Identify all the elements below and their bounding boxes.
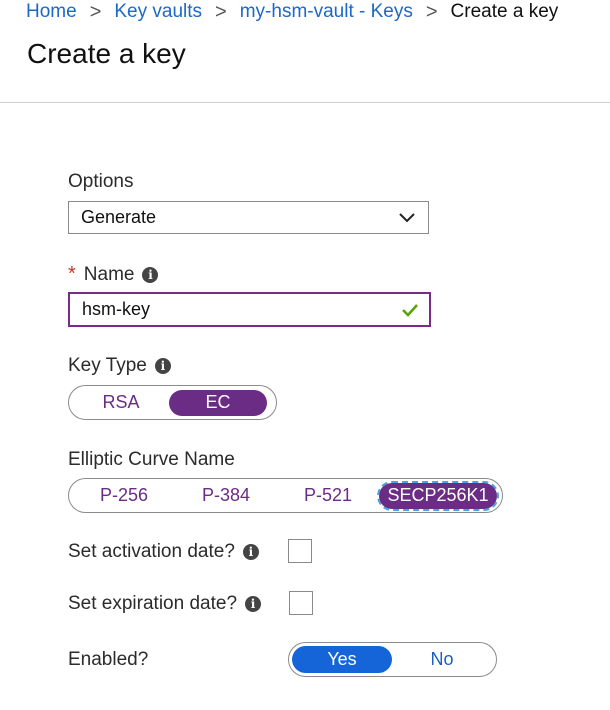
- expiration-checkbox[interactable]: [289, 591, 313, 615]
- options-label: Options: [68, 171, 133, 193]
- options-label-text: Options: [68, 171, 134, 192]
- activation-label: Set activation date? i: [68, 541, 259, 563]
- expiration-label-text: Set expiration date?: [68, 593, 238, 614]
- breadcrumb-separator: >: [89, 0, 102, 23]
- activation-checkbox[interactable]: [288, 539, 312, 563]
- options-dropdown[interactable]: Generate: [68, 201, 429, 234]
- enabled-label: Enabled?: [68, 649, 148, 671]
- info-icon[interactable]: i: [245, 596, 262, 612]
- key-type-option-rsa[interactable]: RSA: [73, 390, 169, 416]
- info-icon[interactable]: i: [154, 358, 171, 374]
- curve-label-text: Elliptic Curve Name: [68, 449, 235, 470]
- curve-selector: P-256 P-384 P-521 SECP256K1: [68, 478, 503, 513]
- breadcrumb-home[interactable]: Home: [26, 1, 77, 23]
- enabled-toggle: Yes No: [288, 642, 497, 677]
- info-icon[interactable]: i: [242, 544, 259, 560]
- name-label-text: Name: [83, 263, 135, 285]
- curve-option-p256[interactable]: P-256: [73, 483, 175, 509]
- enabled-label-text: Enabled?: [68, 649, 149, 670]
- key-type-option-ec[interactable]: EC: [169, 389, 267, 416]
- key-type-label: Key Type i: [68, 355, 171, 377]
- title-divider: [0, 102, 610, 103]
- breadcrumb-current: Create a key: [450, 1, 559, 22]
- chevron-down-icon: [399, 212, 415, 222]
- name-label: * Name i: [68, 263, 159, 286]
- info-icon[interactable]: i: [142, 266, 159, 283]
- breadcrumb-key-vaults[interactable]: Key vaults: [114, 1, 202, 23]
- name-input-value: hsm-key: [82, 299, 151, 319]
- curve-label: Elliptic Curve Name: [68, 449, 235, 471]
- curve-option-p521[interactable]: P-521: [277, 483, 379, 509]
- checkmark-icon: [402, 303, 418, 317]
- enabled-option-no[interactable]: No: [392, 646, 492, 673]
- curve-option-p384[interactable]: P-384: [175, 483, 277, 509]
- expiration-label: Set expiration date? i: [68, 593, 262, 615]
- breadcrumb-vault-keys[interactable]: my-hsm-vault - Keys: [240, 1, 413, 23]
- breadcrumb: Home > Key vaults > my-hsm-vault - Keys …: [26, 0, 558, 26]
- required-marker: *: [68, 263, 76, 285]
- page-title: Create a key: [27, 38, 186, 69]
- key-type-selector: RSA EC: [68, 385, 277, 420]
- name-input[interactable]: hsm-key: [68, 292, 431, 327]
- create-key-page: Home > Key vaults > my-hsm-vault - Keys …: [0, 0, 610, 710]
- breadcrumb-separator: >: [425, 0, 438, 23]
- enabled-option-yes[interactable]: Yes: [292, 646, 392, 673]
- curve-option-secp256k1[interactable]: SECP256K1: [377, 480, 499, 511]
- options-selected-value: Generate: [81, 207, 157, 227]
- breadcrumb-separator: >: [215, 0, 227, 23]
- key-type-label-text: Key Type: [68, 355, 147, 376]
- activation-label-text: Set activation date?: [68, 541, 235, 562]
